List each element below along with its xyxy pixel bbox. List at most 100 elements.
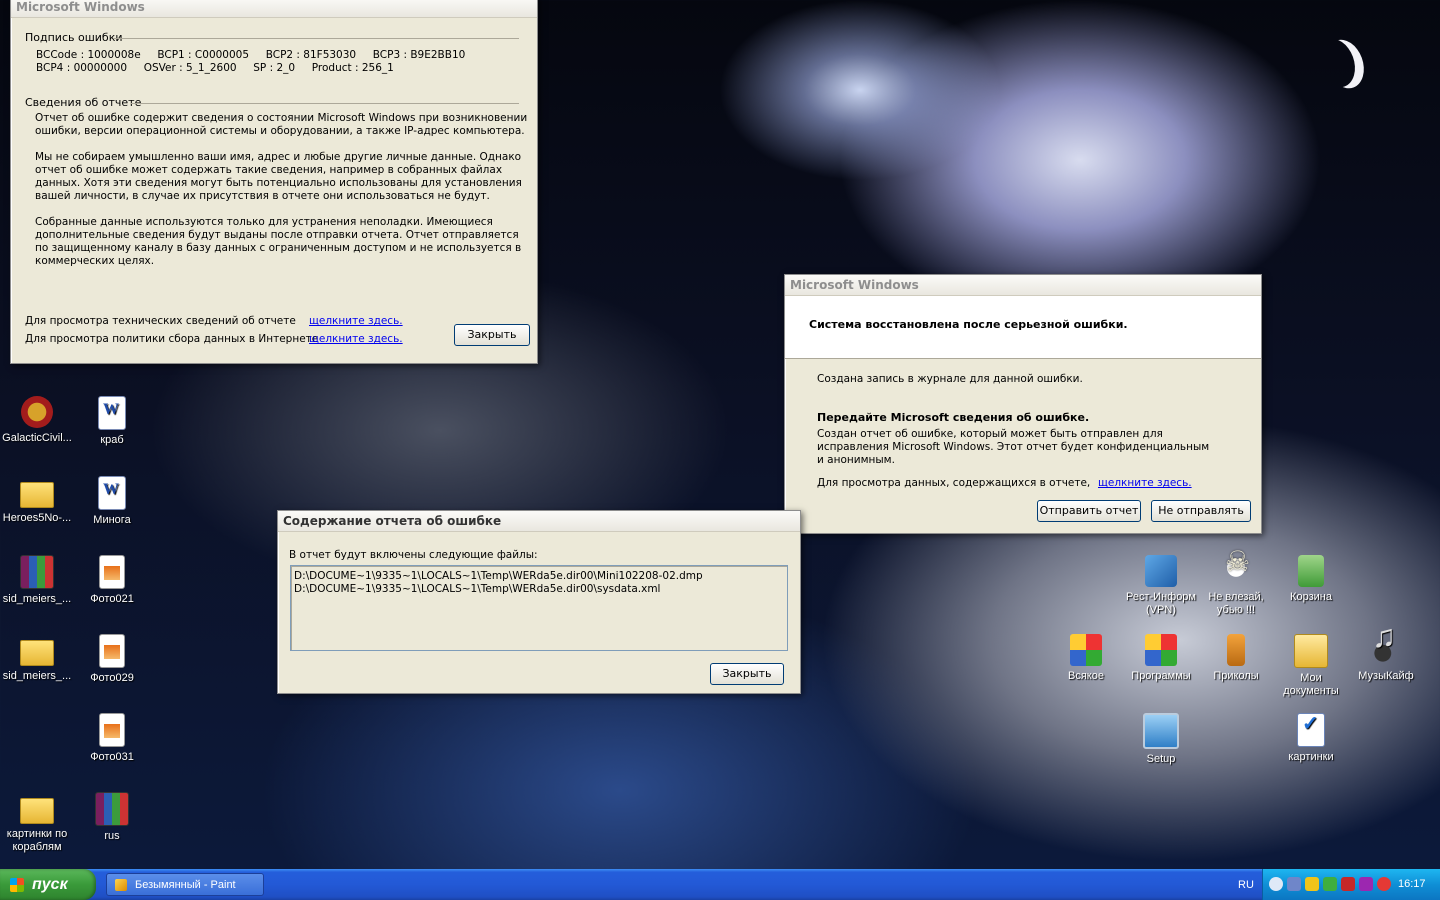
language-indicator[interactable]: RU: [1238, 879, 1254, 891]
computer-setup-icon: [1143, 713, 1179, 749]
report-paragraph-1: Отчет об ошибке содержит сведения о сост…: [35, 112, 528, 137]
desktop-icon-vpn[interactable]: Рест-Информ (VPN): [1121, 555, 1201, 617]
winrar-box-icon: [1070, 634, 1102, 666]
desktop-icon-label: sid_meiers_...: [2, 593, 72, 605]
desktop-icon-foto021[interactable]: Фото021: [72, 555, 152, 606]
desktop-icon-recycle-bin[interactable]: Корзина: [1271, 555, 1351, 604]
app-tray-icon[interactable]: [1359, 877, 1373, 891]
desktop-icon-vsyakoe[interactable]: Всякое: [1046, 634, 1126, 683]
report-paragraph-2: Мы не собираем умышленно ваши имя, адрес…: [35, 151, 522, 202]
network-connection-icon: [1145, 555, 1177, 587]
desktop-icon-label: Фото031: [90, 751, 134, 763]
desktop-icon-label: МузыКайф: [1358, 670, 1414, 682]
desktop-icon-label: Минога: [93, 514, 131, 526]
desktop-icon-krab[interactable]: краб: [72, 396, 152, 447]
folder-icon: [20, 640, 54, 666]
files-intro: В отчет будут включены следующие файлы:: [289, 549, 538, 561]
start-button[interactable]: пуск: [0, 869, 96, 900]
window-title[interactable]: Microsoft Windows: [11, 0, 537, 18]
red-shield-icon[interactable]: [1377, 877, 1391, 891]
desktop-icon-label: Не влезай, убью !!!: [1208, 591, 1264, 616]
file-item: D:\DOCUME~1\9335~1\LOCALS~1\Temp\WERda5e…: [294, 583, 661, 595]
image-file-icon: [99, 555, 125, 589]
recovery-heading: Система восстановлена после серьезной ош…: [809, 318, 1128, 331]
desktop-icon-heroes5[interactable]: Heroes5No-...: [0, 476, 77, 525]
report-paragraph-3: Собранные данные используются только для…: [35, 216, 522, 267]
signature-line-2: BCP4 : 00000000 OSVer : 5_1_2600 SP : 2_…: [36, 62, 394, 74]
policy-link[interactable]: щелкните здесь.: [309, 333, 403, 345]
recycle-bin-icon: [1298, 555, 1324, 587]
divider: [113, 38, 519, 39]
taskbar-button-label: Безымянный - Paint: [135, 879, 236, 891]
music-speaker-icon: [1370, 630, 1402, 666]
security-shield-icon[interactable]: [1305, 877, 1319, 891]
system-recovered-window: Microsoft Windows Система восстановлена …: [784, 274, 1262, 534]
game-emblem-icon: [21, 396, 53, 428]
desktop-icon-skull[interactable]: Не влезай, убью !!!: [1196, 555, 1276, 617]
tech-details-link[interactable]: щелкните здесь.: [309, 315, 403, 327]
close-button[interactable]: Закрыть: [710, 663, 784, 685]
desktop-icon-foto029[interactable]: Фото029: [72, 634, 152, 685]
clock[interactable]: 16:17: [1398, 878, 1426, 890]
desktop-icon-label: Мои документы: [1283, 672, 1339, 697]
folder-icon: [20, 482, 54, 508]
send-info-text: Создан отчет об ошибке, который может бы…: [817, 428, 1210, 466]
desktop-icon-label: Рест-Информ (VPN): [1125, 591, 1196, 616]
desktop-icon-label: sid_meiers_...: [2, 670, 72, 682]
winrar-box-icon: [1145, 634, 1177, 666]
taskbar-button-paint[interactable]: Безымянный - Paint: [106, 873, 264, 896]
divider: [131, 103, 519, 104]
desktop-icon-setup[interactable]: Setup: [1121, 713, 1201, 766]
desktop-icon-label: GalacticCivil...: [2, 432, 72, 444]
desktop-icon-label: Фото021: [90, 593, 134, 605]
desktop-icon-label: Корзина: [1290, 591, 1332, 603]
window-title[interactable]: Содержание отчета об ошибке: [278, 511, 800, 532]
signature-line-1: BCCode : 1000008e BCP1 : C0000005 BCP2 :…: [36, 49, 466, 61]
desktop-icon-label: Программы: [1131, 670, 1191, 682]
antivirus-icon[interactable]: [1341, 877, 1355, 891]
desktop-icon-prikoly[interactable]: Приколы: [1196, 634, 1276, 683]
desktop-icon-label: Setup: [1146, 753, 1176, 765]
error-details-window: Microsoft Windows Подпись ошибки BCCode …: [10, 0, 538, 364]
view-data-label: Для просмотра данных, содержащихся в отч…: [817, 477, 1091, 489]
group-label: Сведения об отчете: [25, 96, 142, 109]
network-icon[interactable]: [1287, 877, 1301, 891]
tech-details-label: Для просмотра технических сведений об от…: [25, 315, 296, 327]
desktop-icon-kartinki[interactable]: картинки: [1271, 713, 1351, 764]
desktop-icon-foto031[interactable]: Фото031: [72, 713, 152, 764]
desktop-icon-ship-pictures[interactable]: картинки по кораблям: [0, 792, 77, 854]
desktop-icon-rus[interactable]: rus: [72, 792, 152, 843]
winrar-archive-icon: [95, 792, 129, 826]
windows-logo-icon: [10, 878, 24, 892]
report-contents-window: Содержание отчета об ошибке В отчет буду…: [277, 510, 801, 694]
window-title[interactable]: Microsoft Windows: [785, 275, 1261, 296]
desktop-icon-label: Фото029: [90, 672, 134, 684]
desktop-icon-muzykaif[interactable]: МузыКайф: [1346, 630, 1426, 683]
send-report-button[interactable]: Отправить отчет: [1037, 500, 1141, 522]
desktop-icon-minoga[interactable]: Минога: [72, 476, 152, 527]
dont-send-button[interactable]: Не отправлять: [1151, 500, 1251, 522]
winrar-archive-icon: [20, 555, 54, 589]
desktop-icon-label: Всякое: [1068, 670, 1104, 682]
show-hidden-icons-icon[interactable]: [1269, 877, 1283, 891]
desktop-icon-label: Heroes5No-...: [2, 512, 72, 524]
start-label: пуск: [32, 876, 68, 893]
desktop-icon-programs[interactable]: Программы: [1121, 634, 1201, 683]
desktop-icon-label: краб: [100, 434, 124, 446]
send-info-heading: Передайте Microsoft сведения об ошибке.: [817, 411, 1090, 424]
crescent-moon: [1311, 33, 1362, 92]
desktop-icon-my-documents[interactable]: Мои документы: [1271, 634, 1351, 698]
group-label: Подпись ошибки: [25, 31, 123, 44]
desktop-icon-galactic[interactable]: GalacticCivil...: [0, 396, 77, 445]
header-panel: Система восстановлена после серьезной ош…: [785, 296, 1261, 359]
green-app-icon[interactable]: [1323, 877, 1337, 891]
desktop-icon-sid-meiers-folder[interactable]: sid_meiers_...: [0, 634, 77, 683]
view-data-link[interactable]: щелкните здесь.: [1098, 477, 1192, 489]
folder-icon: [20, 798, 54, 824]
image-file-icon: [99, 634, 125, 668]
desktop-icon-sid-meiers-archive[interactable]: sid_meiers_...: [0, 555, 77, 606]
image-file-icon: [99, 713, 125, 747]
close-button[interactable]: Закрыть: [454, 324, 530, 346]
desktop-icon-label: картинки по кораблям: [6, 828, 68, 853]
file-list[interactable]: D:\DOCUME~1\9335~1\LOCALS~1\Temp\WERda5e…: [290, 565, 788, 651]
